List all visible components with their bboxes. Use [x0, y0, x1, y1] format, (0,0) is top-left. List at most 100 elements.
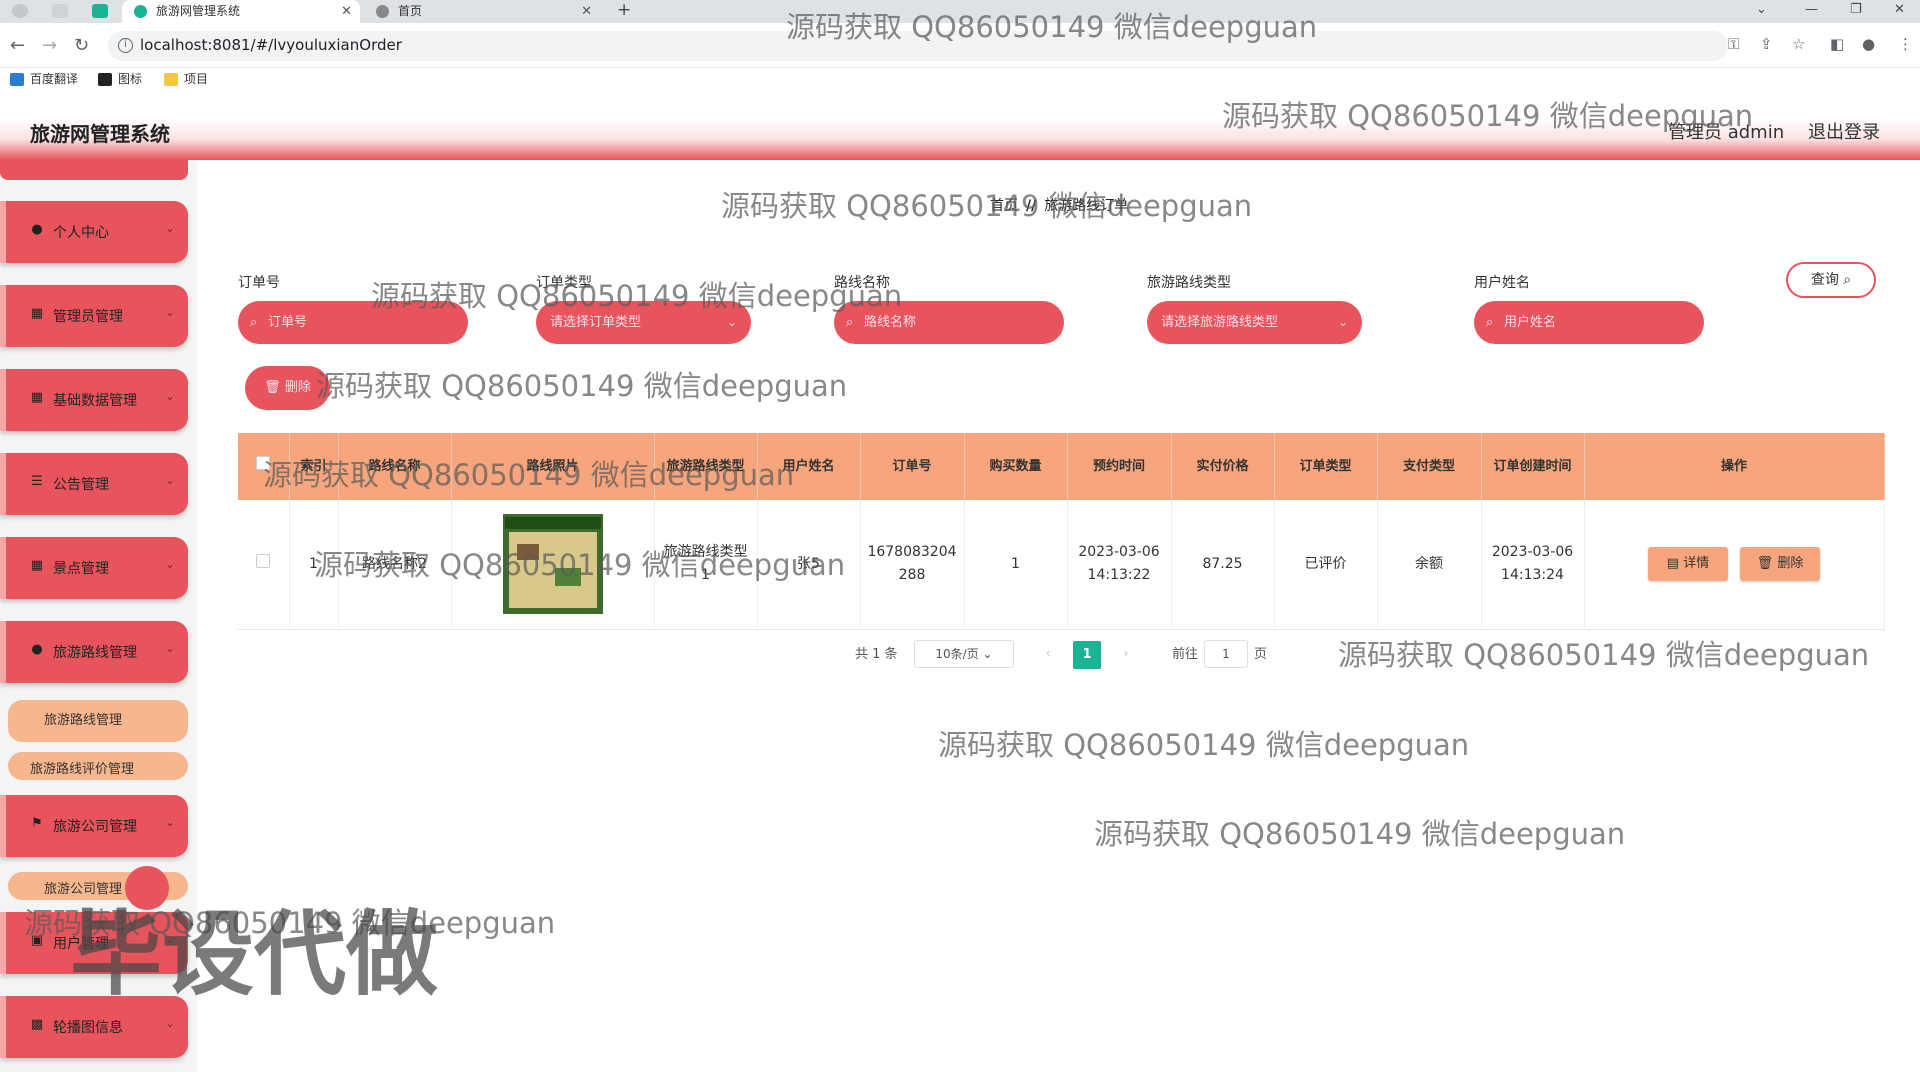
row-checkbox[interactable]: [256, 553, 271, 568]
key-icon[interactable]: ⚿: [1728, 35, 1739, 53]
back-icon[interactable]: ←: [10, 35, 25, 56]
minimize-icon[interactable]: —: [1805, 0, 1818, 20]
chevron-down-icon: ⌄: [165, 557, 176, 571]
restore-icon[interactable]: ❐: [1850, 0, 1862, 20]
prev-page-button[interactable]: ‹: [1034, 640, 1062, 668]
delete-button-label: 删除: [1777, 556, 1804, 572]
column-header: 操作: [1584, 433, 1885, 500]
pinned-tab-icon[interactable]: [52, 4, 68, 18]
watermark-big-text: 毕设代做: [70, 901, 439, 1008]
grid-icon: ▦: [30, 558, 44, 573]
cell-created-time: 2023-03-06 14:13:24: [1481, 500, 1585, 630]
tab-search-icon[interactable]: ⌄: [1756, 0, 1767, 20]
forward-icon[interactable]: →: [42, 35, 57, 56]
chevron-down-icon: ⌄: [165, 473, 176, 487]
sidebar-top-edge: [0, 160, 188, 180]
cell-quantity: 1: [964, 500, 1068, 630]
delete-button[interactable]: 🗑 删除: [1740, 547, 1820, 582]
document-icon: ▤: [1666, 556, 1680, 572]
trash-icon: 🗑: [264, 380, 281, 395]
column-header[interactable]: 订单号: [860, 433, 965, 500]
image-icon: [98, 73, 112, 86]
browser-menu-icon[interactable]: [12, 4, 28, 18]
browser-tab[interactable]: 首页 ✕: [364, 0, 600, 23]
page-number-current[interactable]: 1: [1073, 641, 1101, 669]
column-header[interactable]: 预约时间: [1067, 433, 1172, 500]
cell-order-no: 1678083204288: [860, 500, 965, 630]
bookmark-item[interactable]: 图标: [98, 70, 142, 88]
submenu-route-review[interactable]: 旅游路线评价管理: [8, 752, 188, 780]
watermark-text: 源码获取 QQ86050149 微信deepguan: [786, 10, 1318, 44]
chevron-down-icon: ⌄: [982, 647, 993, 661]
cell-pay-type: 余额: [1377, 500, 1482, 630]
share-icon[interactable]: ⇪: [1760, 35, 1773, 53]
goto-prefix: 前往: [1172, 647, 1199, 662]
watermark-text: 源码获取 QQ86050149 微信deepguan: [263, 458, 795, 492]
translate-icon: [10, 73, 24, 86]
chevron-down-icon: ⌄: [1337, 315, 1348, 329]
grid-icon: ▦: [30, 306, 44, 321]
app-title: 旅游网管理系统: [30, 122, 170, 146]
logout-link[interactable]: 退出登录: [1808, 118, 1880, 144]
next-page-button[interactable]: ›: [1112, 640, 1140, 668]
sidebar-item-basic-data[interactable]: ▦ 基础数据管理 ⌄: [0, 369, 188, 431]
cell-actions: ▤ 详情 🗑 删除: [1584, 500, 1885, 630]
watermark-text: 源码获取 QQ86050149 微信deepguan: [316, 369, 848, 403]
route-type-select[interactable]: 请选择旅游路线类型 ⌄: [1147, 301, 1362, 344]
info-icon[interactable]: i: [118, 38, 133, 53]
search-icon: ⌕: [1486, 315, 1494, 330]
detail-button[interactable]: ▤ 详情: [1648, 547, 1728, 582]
chevron-down-icon: ⌄: [165, 1016, 176, 1030]
column-header[interactable]: 购买数量: [964, 433, 1068, 500]
sidebar-item-label: 个人中心: [53, 225, 109, 241]
page-size-value: 10条/页: [935, 647, 979, 661]
pinned-tab-icon[interactable]: [92, 4, 108, 18]
bookmark-label: 图标: [118, 72, 143, 86]
goto-page-input[interactable]: 1: [1204, 640, 1248, 668]
cell-booking-time: 2023-03-06 14:13:22: [1067, 500, 1172, 630]
filter-label-user-name: 用户姓名: [1474, 275, 1530, 291]
sidebar-item-personal-center[interactable]: ● 个人中心 ⌄: [0, 201, 188, 263]
placeholder: 路线名称: [864, 315, 917, 330]
close-tab-icon[interactable]: ✕: [581, 0, 592, 23]
sidebar-item-company[interactable]: ⚑ 旅游公司管理 ⌄: [0, 795, 188, 857]
sidepanel-icon[interactable]: ◧: [1830, 35, 1844, 53]
placeholder: 订单号: [268, 315, 308, 330]
sidebar-item-label: 轮播图信息: [53, 1020, 123, 1036]
page-size-select[interactable]: 10条/页 ⌄: [914, 640, 1014, 668]
filter-label-route-type: 旅游路线类型: [1147, 275, 1231, 291]
browser-tab-active[interactable]: 旅游网管理系统 ✕: [122, 0, 360, 23]
photo-detail: [504, 517, 601, 530]
submenu-route-manage[interactable]: 旅游路线管理: [8, 700, 188, 742]
sidebar-item-label: 景点管理: [53, 561, 109, 577]
user-name-input[interactable]: ⌕ 用户姓名: [1474, 301, 1704, 344]
column-header[interactable]: 订单创建时间: [1481, 433, 1585, 500]
query-button-label: 查询: [1810, 272, 1839, 288]
sidebar-item-route[interactable]: ● 旅游路线管理 ⌄: [0, 621, 188, 683]
grid-icon: ▦: [30, 390, 44, 405]
sidebar-item-admin[interactable]: ▦ 管理员管理 ⌄: [0, 285, 188, 347]
column-header[interactable]: 支付类型: [1377, 433, 1482, 500]
chevron-down-icon: ⌄: [165, 641, 176, 655]
bookmark-item[interactable]: 项目: [164, 70, 208, 88]
bookmark-item[interactable]: 百度翻译: [10, 70, 78, 88]
goto-suffix: 页: [1254, 647, 1268, 662]
reload-icon[interactable]: ↻: [74, 35, 89, 56]
row-select-cell: [238, 500, 290, 630]
browser-more-icon[interactable]: ⋮: [1898, 35, 1913, 53]
bookmark-star-icon[interactable]: ☆: [1792, 35, 1805, 53]
globe-icon: [376, 5, 389, 18]
close-window-icon[interactable]: ✕: [1894, 0, 1905, 20]
profile-icon[interactable]: ●: [1862, 35, 1875, 53]
image-icon: ▩: [30, 1017, 44, 1032]
close-tab-icon[interactable]: ✕: [341, 0, 352, 23]
column-header[interactable]: 实付价格: [1171, 433, 1275, 500]
sidebar-item-announcement[interactable]: ☰ 公告管理 ⌄: [0, 453, 188, 515]
sidebar-item-scenic[interactable]: ▦ 景点管理 ⌄: [0, 537, 188, 599]
new-tab-button[interactable]: +: [617, 0, 631, 20]
sidebar-item-label: 基础数据管理: [53, 393, 137, 409]
bookmarks-bar: 百度翻译 图标 项目: [0, 68, 1920, 90]
url-text: localhost:8081/#/lvyouluxianOrder: [140, 36, 402, 54]
column-header[interactable]: 订单类型: [1274, 433, 1378, 500]
query-button[interactable]: 查询 ⌕: [1786, 262, 1876, 298]
